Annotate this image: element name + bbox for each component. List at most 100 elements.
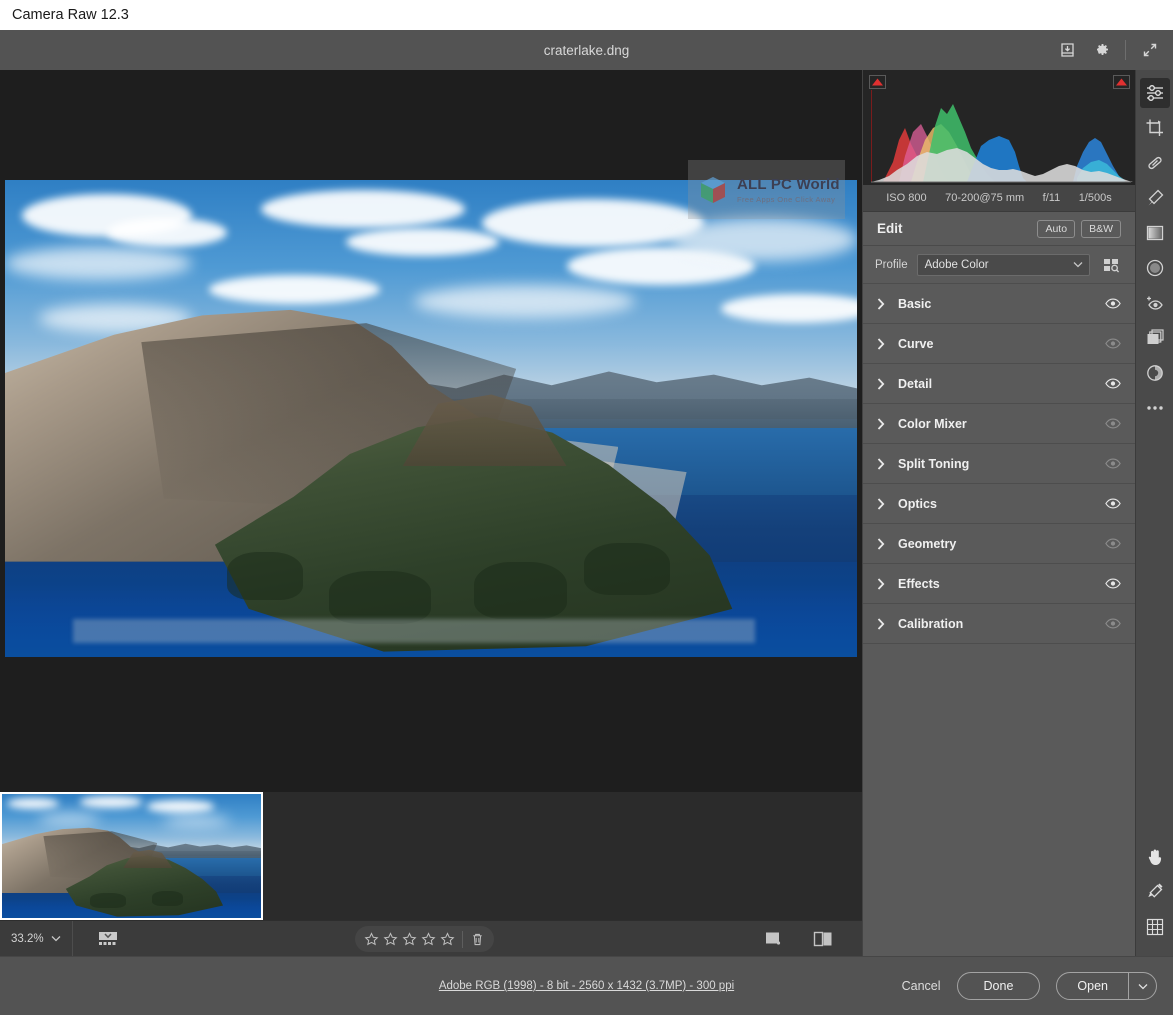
graduated-filter-icon[interactable] <box>1140 218 1170 248</box>
rating-star-2[interactable] <box>383 931 398 947</box>
eye-visibility-icon[interactable] <box>1105 338 1121 349</box>
white-balance-eyedropper-icon[interactable] <box>1140 877 1170 907</box>
chevron-right-icon <box>877 577 885 590</box>
eye-visibility-icon[interactable] <box>1105 498 1121 509</box>
more-options-icon[interactable] <box>1140 393 1170 423</box>
auto-button[interactable]: Auto <box>1037 219 1076 238</box>
snapshots-icon[interactable] <box>1140 358 1170 388</box>
histogram-graph <box>871 90 1133 183</box>
eye-visibility-icon[interactable] <box>1105 418 1121 429</box>
rating-star-4[interactable] <box>421 931 436 947</box>
section-label: Calibration <box>898 616 964 631</box>
section-label: Basic <box>898 296 932 311</box>
red-eye-icon[interactable] <box>1140 288 1170 318</box>
view-before-after-icon[interactable] <box>806 921 840 957</box>
section-basic[interactable]: Basic <box>863 284 1135 324</box>
section-label: Curve <box>898 336 934 351</box>
profile-browser-icon[interactable] <box>1099 254 1123 276</box>
chevron-right-icon <box>877 417 885 430</box>
profile-row: Profile Adobe Color <box>863 246 1135 284</box>
eye-visibility-icon[interactable] <box>1105 298 1121 309</box>
adjustment-brush-icon[interactable] <box>1140 183 1170 213</box>
rating-star-3[interactable] <box>402 931 417 947</box>
watermark-overlay: ALL PC World Free Apps One Click Away <box>688 160 845 219</box>
bw-button[interactable]: B&W <box>1081 219 1121 238</box>
current-filename: craterlake.dng <box>543 42 630 58</box>
save-image-icon[interactable] <box>1052 35 1082 65</box>
watermark-tagline: Free Apps One Click Away <box>737 194 836 204</box>
thumbnail-content <box>2 794 261 918</box>
chevron-right-icon <box>877 617 885 630</box>
image-canvas[interactable]: ALL PC World Free Apps One Click Away <box>0 70 862 792</box>
hand-tool-icon[interactable] <box>1140 842 1170 872</box>
done-button[interactable]: Done <box>956 972 1041 1000</box>
chevron-right-icon <box>877 337 885 350</box>
exif-aperture: f/11 <box>1042 192 1061 204</box>
view-single-icon[interactable] <box>756 921 790 957</box>
chevron-down-icon <box>51 936 61 942</box>
radial-filter-icon[interactable] <box>1140 253 1170 283</box>
view-mode-group <box>756 921 840 957</box>
highlight-clipping-indicator[interactable] <box>1113 75 1130 89</box>
chevron-right-icon <box>877 457 885 470</box>
section-label: Optics <box>898 496 937 511</box>
main-photo[interactable] <box>5 180 857 657</box>
section-label: Detail <box>898 376 933 391</box>
open-button[interactable]: Open <box>1057 973 1128 999</box>
tool-rail <box>1135 70 1173 956</box>
section-optics[interactable]: Optics <box>863 484 1135 524</box>
app-top-bar: craterlake.dng <box>0 30 1173 70</box>
open-options-chevron-down-icon[interactable] <box>1128 973 1156 999</box>
profile-select[interactable]: Adobe Color <box>916 253 1090 276</box>
camera-raw-window: Camera Raw 12.3 craterlake.dng ALL PC Wo… <box>0 0 1173 1015</box>
section-label: Split Toning <box>898 456 970 471</box>
presets-icon[interactable] <box>1140 323 1170 353</box>
grid-overlay-icon[interactable] <box>1140 912 1170 942</box>
section-detail[interactable]: Detail <box>863 364 1135 404</box>
exif-iso: ISO 800 <box>886 192 927 204</box>
section-geometry[interactable]: Geometry <box>863 524 1135 564</box>
shadow-clipping-indicator[interactable] <box>869 75 886 89</box>
cancel-button[interactable]: Cancel <box>902 979 941 993</box>
filmstrip <box>0 792 862 920</box>
zoom-level-value: 33.2% <box>11 932 44 945</box>
chevron-right-icon <box>877 537 885 550</box>
delete-trash-icon[interactable] <box>470 932 485 947</box>
filmstrip-toggle-icon[interactable] <box>91 921 125 957</box>
edit-panel-header: Edit Auto B&W <box>863 212 1135 246</box>
eye-visibility-icon[interactable] <box>1105 578 1121 589</box>
bottom-button-group: Cancel Done Open <box>902 972 1157 1000</box>
zoom-level-dropdown[interactable]: 33.2% <box>0 920 73 957</box>
filmstrip-thumbnail[interactable] <box>0 792 263 920</box>
edit-sections-list: Basic Curve Detail Color Mixer Split Ton… <box>863 284 1135 644</box>
rating-star-1[interactable] <box>364 931 379 947</box>
photo-content <box>5 180 857 657</box>
filmstrip-toolbar: 33.2% <box>0 920 862 957</box>
edit-sliders-icon[interactable] <box>1139 78 1170 108</box>
histogram[interactable] <box>863 70 1136 185</box>
rating-control <box>355 926 494 952</box>
rating-star-5[interactable] <box>440 931 455 947</box>
preferences-gear-icon[interactable] <box>1086 35 1116 65</box>
eye-visibility-icon[interactable] <box>1105 618 1121 629</box>
chevron-down-icon <box>1073 262 1083 268</box>
spot-healing-icon[interactable] <box>1140 148 1170 178</box>
section-color-mixer[interactable]: Color Mixer <box>863 404 1135 444</box>
section-split-toning[interactable]: Split Toning <box>863 444 1135 484</box>
chevron-right-icon <box>877 377 885 390</box>
app-title: Camera Raw 12.3 <box>12 7 129 23</box>
section-label: Geometry <box>898 536 957 551</box>
rating-divider <box>462 930 463 948</box>
section-effects[interactable]: Effects <box>863 564 1135 604</box>
eye-visibility-icon[interactable] <box>1105 458 1121 469</box>
fullscreen-expand-icon[interactable] <box>1135 35 1165 65</box>
section-curve[interactable]: Curve <box>863 324 1135 364</box>
section-label: Effects <box>898 576 940 591</box>
section-calibration[interactable]: Calibration <box>863 604 1135 644</box>
eye-visibility-icon[interactable] <box>1105 538 1121 549</box>
top-bar-icon-group <box>1052 30 1165 70</box>
section-label: Color Mixer <box>898 416 967 431</box>
crop-rotate-icon[interactable] <box>1140 113 1170 143</box>
chevron-right-icon <box>877 497 885 510</box>
eye-visibility-icon[interactable] <box>1105 378 1121 389</box>
